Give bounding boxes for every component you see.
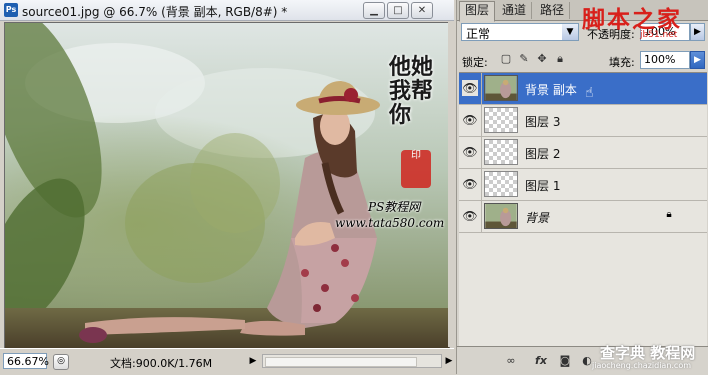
photoshop-icon: Ps	[4, 3, 18, 17]
credit-text-2: www.tata580.com	[335, 216, 445, 230]
layer-thumbnail	[484, 75, 518, 101]
scroll-right-arrow-icon[interactable]: ▶	[444, 354, 454, 368]
layer-row[interactable]: 👁︎ 背景 🔒︎	[459, 201, 707, 233]
layer-name: 图层 1	[525, 179, 561, 193]
lock-all-icon[interactable]: 🔒︎	[553, 52, 567, 66]
add-mask-icon[interactable]: ◙	[557, 353, 573, 369]
document-title: source01.jpg @ 66.7% (背景 副本, RGB/8#) *	[22, 5, 288, 19]
lock-position-icon[interactable]: ✥	[535, 52, 549, 66]
tab-paths[interactable]: 路径	[535, 2, 571, 19]
layer-row[interactable]: 👁︎ 图层 1	[459, 169, 707, 201]
close-button[interactable]: ✕	[411, 2, 433, 19]
eye-icon[interactable]: 👁︎	[462, 112, 478, 128]
vertical-scroll-edge	[448, 22, 454, 347]
status-arrow-icon[interactable]: ▶	[248, 354, 258, 368]
eye-icon[interactable]: 👁︎	[462, 144, 478, 160]
tab-layers[interactable]: 图层	[459, 1, 496, 22]
bottom-url-watermark: jiaocheng.chazidian.com	[592, 361, 692, 370]
layers-panel: 图层 通道 路径 正常 ▼ 不透明度: 100% ▶ 锁定: ▢ ✎ ✥ 🔒︎ …	[456, 0, 708, 375]
hand-pointer-icon: ☝	[585, 85, 594, 101]
layer-thumbnail	[484, 107, 518, 133]
fill-field[interactable]: 100%	[640, 51, 690, 69]
photo-image	[5, 23, 449, 348]
fill-label: 填充:	[609, 56, 635, 69]
layer-name: 背景 副本	[525, 83, 577, 97]
eye-icon[interactable]: 👁︎	[462, 80, 478, 96]
document-status-bar: 66.67% ◎ 文档:900.0K/1.76M ▶ ▶	[0, 348, 454, 375]
eye-icon[interactable]: 👁︎	[462, 208, 478, 224]
bottom-watermark: 查字典 教程网	[600, 344, 696, 362]
layer-row[interactable]: 👁︎ 背景 副本 ☝	[459, 73, 707, 105]
credit-text-1: PS教程网	[368, 200, 421, 214]
scroll-thumb[interactable]	[265, 357, 417, 367]
layer-thumbnail	[484, 171, 518, 197]
layer-name: 图层 2	[525, 147, 561, 161]
document-titlebar[interactable]: Ps source01.jpg @ 66.7% (背景 副本, RGB/8#) …	[0, 0, 454, 21]
fill-arrow-icon[interactable]: ▶	[690, 51, 705, 69]
zoom-level-field[interactable]: 66.67%	[3, 353, 49, 369]
layer-row[interactable]: 👁︎ 图层 3	[459, 105, 707, 137]
blend-mode-select[interactable]: 正常 ▼	[461, 23, 579, 41]
layer-style-icon[interactable]: fx	[533, 353, 549, 369]
layer-thumbnail	[484, 203, 518, 229]
document-size-info: 文档:900.0K/1.76M	[110, 357, 213, 370]
layer-name: 背景	[525, 211, 550, 225]
blend-mode-value: 正常	[466, 27, 491, 41]
lock-transparent-pixels-icon[interactable]: ▢	[499, 52, 513, 66]
image-canvas[interactable]: 他她我帮你 印 PS教程网 www.tata580.com	[4, 22, 450, 349]
calligraphy-overlay: 他她我帮你	[389, 54, 434, 128]
tab-channels[interactable]: 通道	[497, 2, 533, 19]
minimize-button[interactable]: ▁	[363, 2, 385, 19]
site-watermark: 脚本之家	[582, 6, 682, 33]
lock-image-pixels-icon[interactable]: ✎	[517, 52, 531, 66]
document-window: Ps source01.jpg @ 66.7% (背景 副本, RGB/8#) …	[0, 0, 454, 375]
layer-row[interactable]: 👁︎ 图层 2	[459, 137, 707, 169]
site-url-watermark: jb51.net	[640, 30, 678, 40]
maximize-button[interactable]: □	[387, 2, 409, 19]
link-layers-icon[interactable]: ∞	[503, 353, 519, 369]
horizontal-scrollbar[interactable]	[262, 354, 442, 368]
status-menu-icon[interactable]: ◎	[53, 354, 69, 370]
layer-list: 👁︎ 背景 副本 ☝ 👁︎ 图层 3 👁︎ 图层 2 👁︎ 图层 1 👁︎ 背景…	[459, 72, 707, 347]
lock-label: 锁定:	[462, 56, 488, 69]
red-seal-stamp: 印	[401, 150, 431, 188]
chevron-down-icon[interactable]: ▼	[562, 24, 578, 40]
layer-thumbnail	[484, 139, 518, 165]
layer-name: 图层 3	[525, 115, 561, 129]
eye-icon[interactable]: 👁︎	[462, 176, 478, 192]
opacity-arrow-icon[interactable]: ▶	[690, 23, 705, 41]
lock-icon: 🔒︎	[666, 209, 672, 220]
